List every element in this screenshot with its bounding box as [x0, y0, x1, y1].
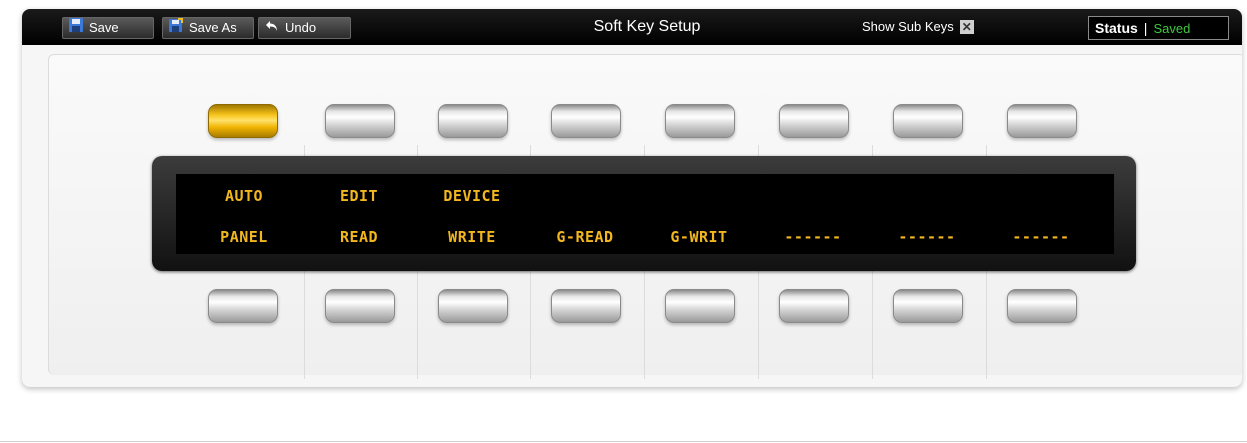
display-label-2-line2: READ [339, 228, 379, 246]
soft-key-bottom-1[interactable] [208, 289, 278, 323]
display-label-8-line2: ------ [1012, 228, 1070, 246]
soft-key-top-2[interactable] [325, 104, 395, 138]
page-title: Soft Key Setup [593, 18, 701, 35]
show-sub-keys-toggle[interactable]: Show Sub Keys ✕ [862, 9, 974, 45]
toolbar: Save Save As Undo Soft Key Setup Show Su… [22, 9, 1242, 45]
soft-key-top-8[interactable] [1007, 104, 1077, 138]
soft-key-top-7[interactable] [893, 104, 963, 138]
soft-key-bottom-5[interactable] [665, 289, 735, 323]
display-label-5-line2: G-WRIT [670, 228, 728, 246]
display-label-3-line1: DEVICE [443, 187, 501, 205]
soft-key-bottom-6[interactable] [779, 289, 849, 323]
soft-key-top-1[interactable] [208, 104, 278, 138]
soft-key-bottom-3[interactable] [438, 289, 508, 323]
soft-key-top-3[interactable] [438, 104, 508, 138]
soft-key-bottom-8[interactable] [1007, 289, 1077, 323]
soft-key-top-6[interactable] [779, 104, 849, 138]
undo-label: Undo [285, 20, 317, 35]
save-as-label: Save As [189, 20, 237, 35]
display-label-1-line2: PANEL [220, 228, 268, 246]
display-label-2-line1: EDIT [339, 187, 379, 205]
soft-key-bottom-2[interactable] [325, 289, 395, 323]
status-separator: | [1143, 20, 1148, 36]
display-label-7-line2: ------ [898, 228, 956, 246]
save-as-icon [169, 18, 183, 38]
save-button[interactable]: Save [62, 17, 154, 39]
checkbox-x-icon[interactable]: ✕ [959, 20, 974, 34]
save-label: Save [89, 20, 119, 35]
soft-key-bottom-7[interactable] [893, 289, 963, 323]
display-label-4-line2: G-READ [556, 228, 614, 246]
show-sub-keys-label: Show Sub Keys [862, 19, 954, 34]
display-label-3-line2: WRITE [448, 228, 496, 246]
status-value: Saved [1153, 21, 1191, 36]
display-label-6-line2: ------ [784, 228, 842, 246]
soft-key-bottom-4[interactable] [551, 289, 621, 323]
floppy-disk-icon [69, 18, 83, 38]
display-label-1-line1: AUTO [224, 187, 264, 205]
soft-key-top-5[interactable] [665, 104, 735, 138]
divider [0, 441, 1247, 442]
save-as-button[interactable]: Save As [162, 17, 254, 39]
soft-key-top-4[interactable] [551, 104, 621, 138]
status-indicator: Status | Saved [1088, 16, 1229, 40]
status-label: Status [1095, 20, 1138, 36]
undo-button[interactable]: Undo [258, 17, 351, 39]
undo-icon [265, 18, 279, 38]
